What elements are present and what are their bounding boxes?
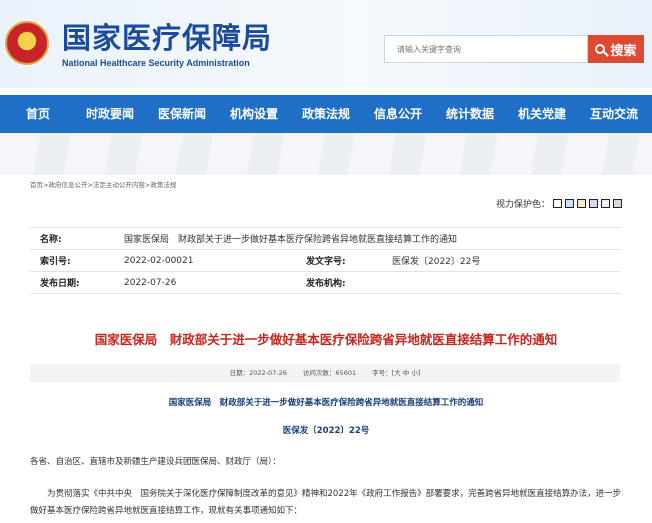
meta-name-label: 名称: [30, 227, 114, 250]
decorative-banner [0, 133, 652, 175]
breadcrumb-home[interactable]: 首页 [30, 181, 43, 189]
meta-name-value: 国家医保局 财政部关于进一步做好基本医疗保险跨省异地就医直接结算工作的通知 [114, 227, 620, 250]
article-title: 国家医保局 财政部关于进一步做好基本医疗保险跨省异地就医直接结算工作的通知 [94, 332, 558, 347]
article-subtitle: 国家医保局 财政部关于进一步做好基本医疗保险跨省异地就医直接结算工作的通知 [168, 398, 484, 408]
nav-item-medical-news[interactable]: 医保新闻 [158, 95, 206, 133]
color-swatch-gray[interactable] [601, 199, 610, 208]
vision-label: 视力保护色： [495, 200, 550, 210]
meta-row-date: 发布日期: 2022-07-26 发布机构: [30, 271, 620, 294]
color-swatch-dark-gray[interactable] [613, 199, 622, 208]
article-date: 日期：2022-07-26 [229, 369, 287, 377]
search-icon [595, 44, 606, 54]
color-swatch-white[interactable] [553, 199, 562, 208]
national-emblem-icon: ★ [5, 21, 49, 65]
article-paragraph: 为贯彻落实《中共中央 国务院关于深化医疗保障制度改革的意见》精神和2022年《政… [30, 489, 622, 516]
breadcrumb: 首页>政府信息公开>法定主动公开内容>政策法规 [30, 179, 176, 189]
main-nav: 首页 时政要闻 医保新闻 机构设置 政策法规 信息公开 统计数据 机关党建 互动… [0, 95, 652, 133]
meta-org-value [382, 271, 620, 294]
nav-item-info-disclosure[interactable]: 信息公开 [374, 95, 422, 133]
meta-org-label: 发布机构: [296, 271, 382, 294]
font-size-medium[interactable]: 中 [403, 369, 410, 377]
nav-item-party-building[interactable]: 机关党建 [518, 95, 566, 133]
article-info-bar: 日期：2022-07-26 访问次数：65601 字号：[大 中 小] [30, 364, 620, 382]
breadcrumb-policy[interactable]: 政策法规 [150, 181, 176, 189]
site-header: ★ 国家医疗保障局 National Healthcare Security A… [0, 0, 652, 88]
search-button[interactable]: 搜索 [588, 35, 644, 63]
article-views: 访问次数：65601 [302, 369, 357, 377]
meta-row-index: 索引号: 2022-02-00021 发文字号: 医保发〔2022〕22号 [30, 249, 620, 272]
meta-row-name: 名称: 国家医保局 财政部关于进一步做好基本医疗保险跨省异地就医直接结算工作的通… [30, 227, 620, 250]
nav-item-politics-news[interactable]: 时政要闻 [86, 95, 134, 133]
meta-index-label: 索引号: [30, 249, 114, 272]
site-title[interactable]: 国家医疗保障局 [62, 21, 272, 55]
nav-item-home[interactable]: 首页 [26, 95, 50, 133]
vision-protection-colors: 视力保护色： [496, 197, 622, 210]
font-size-label: 字号：[ [372, 369, 395, 377]
nav-item-policy[interactable]: 政策法规 [302, 95, 350, 133]
site-subtitle: National Healthcare Security Administrat… [62, 58, 250, 68]
article-doc-number: 医保发〔2022〕22号 [282, 426, 370, 436]
document-meta-table: 名称: 国家医保局 财政部关于进一步做好基本医疗保险跨省异地就医直接结算工作的通… [30, 227, 620, 294]
meta-docno-value: 医保发〔2022〕22号 [382, 249, 620, 272]
meta-index-value: 2022-02-00021 [114, 249, 296, 272]
meta-date-label: 发布日期: [30, 271, 114, 294]
meta-date-value: 2022-07-26 [114, 271, 296, 294]
color-swatch-yellow[interactable] [577, 199, 586, 208]
color-swatch-purple[interactable] [589, 199, 598, 208]
nav-item-statistics[interactable]: 统计数据 [446, 95, 494, 133]
nav-item-interaction[interactable]: 互动交流 [590, 95, 638, 133]
nav-item-organization[interactable]: 机构设置 [230, 95, 278, 133]
breadcrumb-statutory[interactable]: 法定主动公开内容 [93, 181, 145, 189]
meta-docno-label: 发文字号: [296, 249, 382, 272]
font-size-end: ] [417, 369, 421, 377]
search-button-label: 搜索 [610, 43, 637, 59]
article-salutation: 各省、自治区、直辖市及新疆生产建设兵团医保局、财政厅（局）： [30, 457, 281, 467]
font-size-large[interactable]: 大 [394, 369, 401, 377]
search-input[interactable] [384, 35, 588, 63]
breadcrumb-gov-info[interactable]: 政府信息公开 [48, 181, 87, 189]
color-swatch-blue[interactable] [565, 199, 574, 208]
